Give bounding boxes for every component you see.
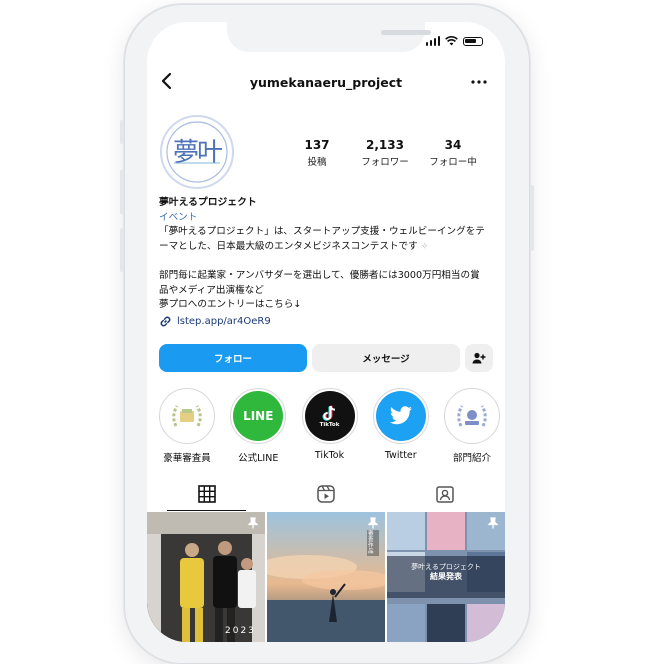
highlight-departments[interactable]: 部門紹介 bbox=[442, 388, 502, 464]
notch bbox=[227, 22, 431, 52]
highlight-ring: TikTok bbox=[301, 388, 358, 444]
phone-volume-up bbox=[120, 170, 124, 214]
project-logo: 夢叶 bbox=[166, 121, 228, 183]
link-text: lstep.app/ar4OeR9 bbox=[177, 316, 271, 327]
highlight-ring bbox=[372, 388, 429, 444]
status-bar bbox=[425, 36, 483, 46]
stat-label: フォロワー bbox=[361, 157, 409, 168]
bio-line: 品やメディア出演権など bbox=[159, 284, 264, 296]
stat-value: 137 bbox=[304, 138, 330, 152]
post-image bbox=[147, 512, 265, 642]
story-highlights: 豪華審査員 LINE 公式LINE TikTok TikTok Twitter bbox=[157, 388, 502, 464]
highlight-ring: LINE bbox=[230, 388, 287, 444]
bio-line: 「夢叶えるプロジェクト」は、スタートアップ支援・ウェルビーイングをテ bbox=[159, 226, 485, 238]
highlight-label: Twitter bbox=[384, 450, 417, 461]
post-caption: 夢叶えるプロジェクト 結果発表 bbox=[387, 562, 505, 582]
grid-icon bbox=[197, 485, 216, 503]
stat-value: 34 bbox=[444, 138, 462, 152]
pin-icon bbox=[367, 517, 379, 529]
speaker bbox=[381, 30, 431, 35]
highlight-judges[interactable]: 豪華審査員 bbox=[157, 388, 217, 464]
profile-header: yumekanaeru_project bbox=[147, 72, 505, 94]
post-thumbnail[interactable]: 夢叶えるプロジェクト 結果発表 bbox=[387, 512, 505, 642]
phone-side-button bbox=[120, 120, 124, 144]
highlight-label: 公式LINE bbox=[238, 453, 279, 464]
add-person-button[interactable] bbox=[465, 344, 493, 372]
post-thumbnail[interactable]: 2023 bbox=[147, 512, 265, 642]
battery-icon bbox=[463, 36, 483, 46]
link-icon bbox=[160, 316, 171, 327]
message-button[interactable]: メッセージ bbox=[312, 344, 460, 372]
profile-stats: 137 投稿 2,133 フォロワー 34 フォロー中 bbox=[285, 138, 485, 168]
highlight-label: 部門紹介 bbox=[452, 453, 491, 464]
profile-category[interactable]: イベント bbox=[159, 211, 495, 226]
highlight-twitter[interactable]: Twitter bbox=[371, 388, 431, 464]
tagged-icon bbox=[436, 486, 455, 503]
line-logo-text: LINE bbox=[243, 409, 274, 423]
profile-avatar[interactable]: 夢叶 bbox=[160, 115, 234, 189]
post-thumbnail[interactable]: 審査作品 bbox=[267, 512, 385, 642]
signal-icon bbox=[425, 36, 440, 46]
profile-name: 夢叶えるプロジェクト bbox=[159, 197, 257, 208]
bio-line: 部門毎に起業家・アンバサダーを選出して、優勝者には3000万円相当の賞 bbox=[159, 269, 480, 281]
add-person-icon bbox=[472, 352, 486, 364]
stat-posts[interactable]: 137 投稿 bbox=[285, 138, 349, 168]
laurel-badge-icon bbox=[162, 391, 212, 441]
highlight-label: TikTok bbox=[314, 450, 345, 461]
post-caption-line: 夢叶えるプロジェクト bbox=[411, 563, 481, 571]
highlight-label: 豪華審査員 bbox=[163, 453, 211, 464]
stat-label: 投稿 bbox=[307, 157, 327, 168]
profile-bio: 夢叶えるプロジェクト イベント 「夢叶えるプロジェクト」は、スタートアップ支援・… bbox=[159, 196, 495, 313]
stat-label: フォロー中 bbox=[429, 157, 477, 168]
bio-line: 夢プロへのエントリーはこちら↓ bbox=[159, 299, 302, 311]
more-dots-icon[interactable] bbox=[471, 70, 487, 89]
highlight-line[interactable]: LINE 公式LINE bbox=[228, 388, 288, 464]
post-caption-line: 結果発表 bbox=[430, 572, 462, 581]
line-logo-icon: LINE bbox=[233, 391, 284, 441]
stat-following[interactable]: 34 フォロー中 bbox=[421, 138, 485, 168]
tiktok-logo-icon: TikTok bbox=[304, 391, 355, 441]
profile-username: yumekanaeru_project bbox=[249, 75, 403, 90]
tiktok-logo-text: TikTok bbox=[319, 422, 340, 428]
stat-followers[interactable]: 2,133 フォロワー bbox=[353, 138, 417, 168]
twitter-bird-icon bbox=[375, 391, 426, 441]
profile-actions: フォロー メッセージ bbox=[159, 344, 493, 372]
pin-icon bbox=[487, 517, 499, 529]
sparkle-icon: ✧ bbox=[420, 241, 429, 252]
highlight-ring bbox=[444, 388, 500, 444]
tab-tagged[interactable] bbox=[386, 477, 505, 511]
highlight-ring bbox=[159, 388, 215, 444]
bio-line: ーマとした、日本最大級のエンタメビジネスコンテストです ✧ bbox=[159, 240, 429, 252]
highlight-tiktok[interactable]: TikTok TikTok bbox=[300, 388, 360, 464]
pin-icon bbox=[247, 517, 259, 529]
phone-volume-down bbox=[120, 228, 124, 272]
follow-button[interactable]: フォロー bbox=[159, 344, 307, 372]
post-badge: 審査作品 bbox=[367, 530, 379, 556]
profile-tabs bbox=[147, 477, 505, 511]
tab-posts[interactable] bbox=[147, 477, 266, 511]
wifi-icon bbox=[445, 36, 458, 46]
posts-grid: 2023 審査作品 夢叶えるプロジェクト 結果発表 bbox=[147, 512, 505, 642]
laurel-badge-icon bbox=[447, 391, 497, 441]
phone-power-button bbox=[530, 185, 534, 251]
phone-screen: yumekanaeru_project 夢叶 137 投稿 2,133 フォロワー … bbox=[147, 22, 505, 642]
stat-value: 2,133 bbox=[366, 138, 404, 152]
tab-reels[interactable] bbox=[266, 477, 385, 511]
reels-icon bbox=[317, 485, 335, 503]
profile-link[interactable]: lstep.app/ar4OeR9 bbox=[159, 315, 271, 328]
